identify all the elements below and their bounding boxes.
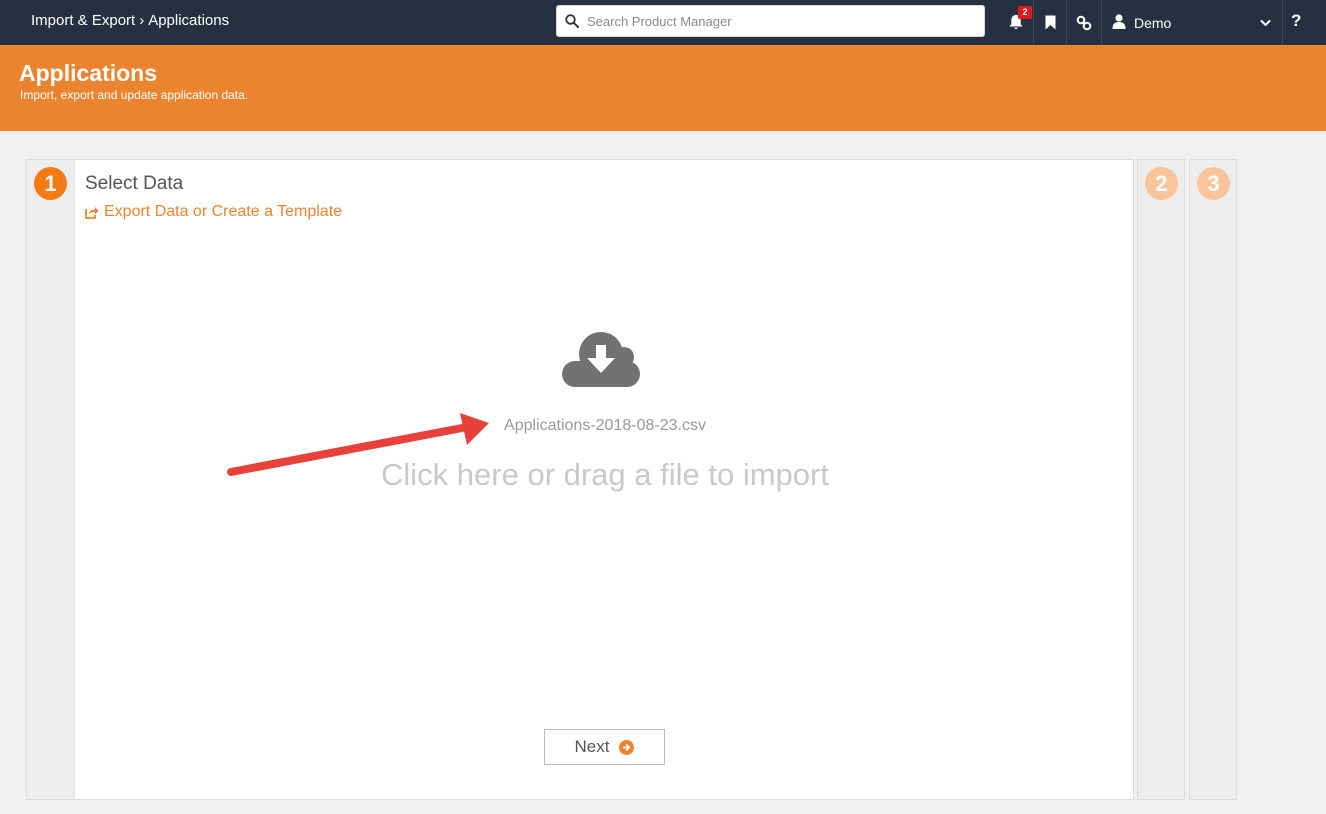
breadcrumb-separator: ›: [139, 12, 145, 29]
breadcrumb-item-import-export[interactable]: Import & Export: [31, 12, 135, 29]
top-navigation-bar: Import & Export › Applications 2: [0, 0, 1326, 45]
wizard-step-1-panel: 1 Select Data Export Data or Create a Te…: [26, 159, 1134, 800]
cloud-download-icon: [562, 332, 640, 387]
bookmark-icon: [1045, 15, 1055, 30]
page-title: Applications: [19, 60, 158, 86]
search-icon: [565, 14, 579, 28]
file-name: Applications-2018-08-23.csv: [504, 417, 706, 434]
page-header: Applications Import, export and update a…: [0, 45, 1326, 131]
divider: [1282, 0, 1283, 45]
wizard-step-3-panel[interactable]: 3: [1189, 159, 1237, 800]
help-button[interactable]: ?: [1291, 11, 1301, 31]
step-1-content: Select Data Export Data or Create a Temp…: [74, 160, 1133, 799]
file-drop-zone[interactable]: Applications-2018-08-23.csv Click here o…: [265, 325, 945, 505]
next-button-label: Next: [574, 737, 610, 756]
user-menu[interactable]: Demo: [1102, 0, 1282, 45]
search-box[interactable]: [556, 5, 985, 37]
share-icon: [85, 206, 99, 219]
step-1-indicator: 1: [34, 167, 67, 200]
step-3-indicator: 3: [1197, 167, 1230, 200]
step-title: Select Data: [85, 173, 184, 194]
chevron-down-icon[interactable]: [1260, 19, 1271, 27]
link-icon: [1076, 15, 1092, 30]
next-button[interactable]: Next: [544, 729, 665, 765]
step-2-indicator: 2: [1145, 167, 1178, 200]
bookmarks-button[interactable]: [1034, 0, 1066, 45]
links-button[interactable]: [1067, 0, 1101, 45]
search-input[interactable]: [587, 9, 977, 33]
user-name: Demo: [1134, 14, 1172, 31]
notification-count-badge: 2: [1018, 6, 1032, 19]
user-icon: [1112, 14, 1126, 29]
drop-prompt: Click here or drag a file to import: [381, 457, 829, 492]
export-data-link-label: Export Data or Create a Template: [104, 203, 343, 220]
wizard-step-2-panel[interactable]: 2: [1137, 159, 1185, 800]
export-data-link[interactable]: Export Data or Create a Template: [85, 203, 342, 221]
arrow-circle-right-icon: [619, 739, 635, 755]
page-subtitle: Import, export and update application da…: [20, 88, 249, 102]
breadcrumb: Import & Export › Applications: [31, 12, 229, 29]
breadcrumb-item-applications: Applications: [148, 12, 230, 29]
